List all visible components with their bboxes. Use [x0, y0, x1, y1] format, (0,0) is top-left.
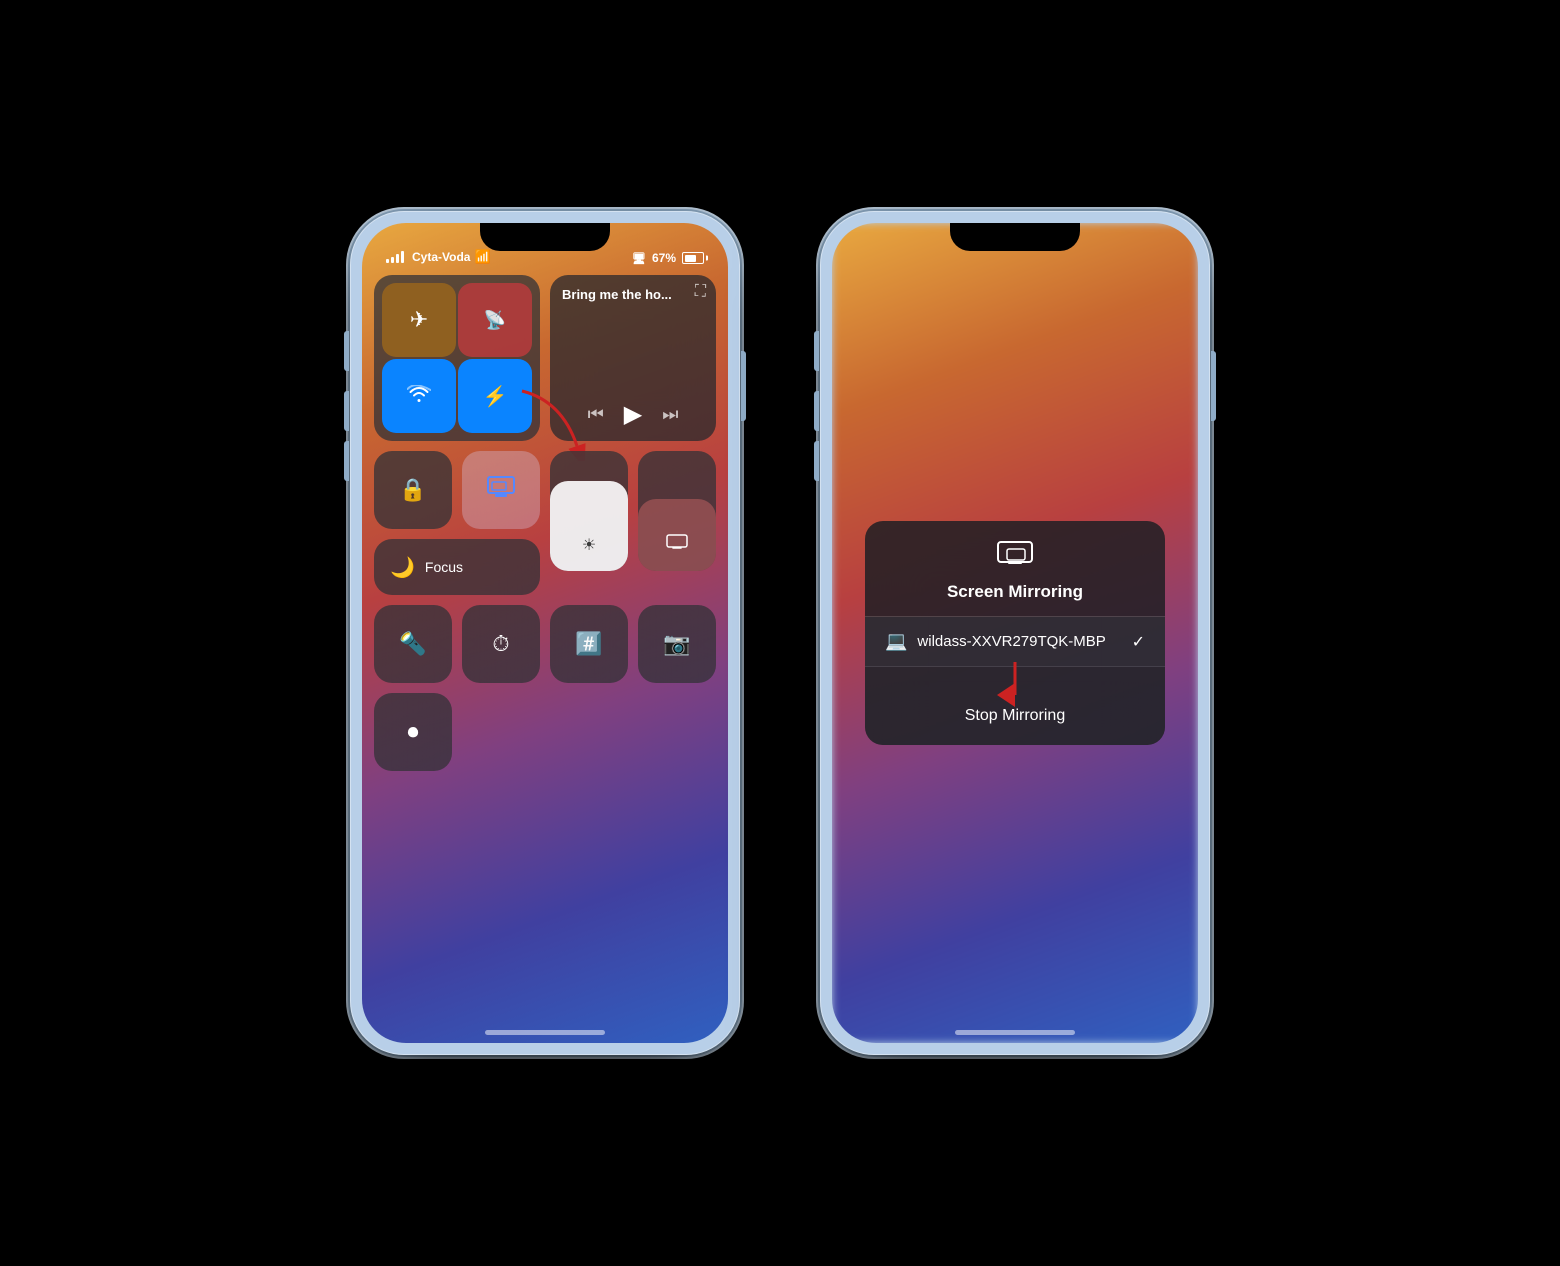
- display-slider[interactable]: [638, 451, 716, 571]
- notch: [480, 223, 610, 251]
- brightness-fill: [550, 481, 628, 571]
- screen-mirror-button[interactable]: [462, 451, 540, 529]
- iphone-right: Screen Mirroring 💻 wildass-XXVR279TQK-MB…: [820, 211, 1210, 1055]
- stop-mirroring-area[interactable]: Stop Mirroring: [865, 667, 1165, 745]
- popup-header: Screen Mirroring: [865, 521, 1165, 617]
- airplay-icon[interactable]: ⛶: [695, 283, 706, 301]
- signal-bars: [386, 251, 404, 263]
- bluetooth-icon: ⚡: [483, 384, 508, 409]
- laptop-icon: 💻: [885, 631, 907, 652]
- airplane-icon: ✈: [410, 307, 428, 333]
- battery-monitor-icon: 🖥: [632, 252, 646, 265]
- battery-percent: 67%: [652, 251, 676, 265]
- record-icon: ⏺: [407, 719, 418, 745]
- battery-indicator: [682, 252, 704, 264]
- calculator-button[interactable]: #️⃣: [550, 605, 628, 683]
- screen-mirroring-popup[interactable]: Screen Mirroring 💻 wildass-XXVR279TQK-MB…: [865, 521, 1165, 745]
- iphone-left: Cyta-Voda 📶 🖥 67% ✈: [350, 211, 740, 1055]
- status-left: Cyta-Voda 📶: [386, 249, 491, 265]
- status-right: 🖥 67%: [632, 251, 704, 265]
- screen-record-button[interactable]: ⏺: [374, 693, 452, 771]
- cc-grid: ✈ 📡: [374, 275, 716, 771]
- battery-icon: [682, 252, 704, 264]
- popup-title: Screen Mirroring: [947, 582, 1083, 602]
- device-name: wildass-XXVR279TQK-MBP: [917, 633, 1131, 650]
- rotation-lock-icon: 🔒: [399, 477, 426, 503]
- wifi-status-icon: 📶: [474, 249, 490, 265]
- timer-button[interactable]: ⏱: [462, 605, 540, 683]
- wifi-icon: [407, 383, 431, 409]
- timer-icon: ⏱: [492, 631, 509, 657]
- carrier-label: Cyta-Voda: [412, 250, 470, 264]
- moon-icon: 🌙: [390, 555, 415, 580]
- flashlight-icon: 🔦: [399, 631, 426, 657]
- stop-mirroring-button[interactable]: Stop Mirroring: [965, 707, 1065, 725]
- mirroring-icon: [997, 541, 1033, 576]
- music-widget[interactable]: ⛶ Bring me the ho... ⏮ ▶ ⏭: [550, 275, 716, 441]
- screen-mirror-icon: [487, 476, 515, 504]
- play-button[interactable]: ▶: [624, 400, 642, 429]
- control-center: ✈ 📡: [374, 275, 716, 771]
- brightness-icon: ☀: [582, 535, 596, 555]
- airplane-mode-button[interactable]: ✈: [382, 283, 456, 357]
- rewind-button[interactable]: ⏮: [588, 404, 604, 425]
- calculator-icon: #️⃣: [575, 631, 602, 657]
- music-title: Bring me the ho...: [562, 287, 704, 302]
- home-indicator-right[interactable]: [955, 1030, 1075, 1035]
- home-indicator[interactable]: [485, 1030, 605, 1035]
- rotation-lock-button[interactable]: 🔒: [374, 451, 452, 529]
- device-row[interactable]: 💻 wildass-XXVR279TQK-MBP ✓: [865, 617, 1165, 667]
- connectivity-block[interactable]: ✈ 📡: [374, 275, 540, 441]
- wifi-button[interactable]: [382, 359, 456, 433]
- fast-forward-button[interactable]: ⏭: [662, 404, 678, 425]
- battery-fill: [685, 255, 696, 262]
- bluetooth-button[interactable]: ⚡: [458, 359, 532, 433]
- camera-button[interactable]: 📷: [638, 605, 716, 683]
- cellular-button[interactable]: 📡: [458, 283, 532, 357]
- notch-right: [950, 223, 1080, 251]
- flashlight-button[interactable]: 🔦: [374, 605, 452, 683]
- checkmark-icon: ✓: [1132, 632, 1145, 652]
- focus-label: Focus: [425, 559, 463, 575]
- cellular-icon: 📡: [484, 310, 506, 331]
- brightness-slider[interactable]: ☀: [550, 451, 628, 571]
- display-icon: [666, 534, 688, 555]
- focus-button[interactable]: 🌙 Focus: [374, 539, 540, 595]
- music-controls: ⏮ ▶ ⏭: [562, 400, 704, 429]
- camera-icon: 📷: [663, 631, 690, 657]
